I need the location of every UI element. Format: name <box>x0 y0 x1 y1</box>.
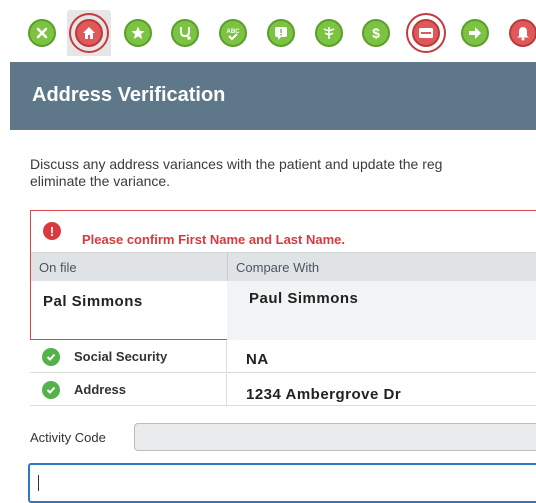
column-header-compare-with: Compare With <box>236 260 320 275</box>
alert-message: Please confirm First Name and Last Name. <box>82 232 345 247</box>
medical-button[interactable] <box>312 16 346 50</box>
stethoscope-icon <box>180 27 191 40</box>
arrow-right-icon <box>469 27 481 39</box>
billing-button[interactable]: $ <box>359 16 393 50</box>
verification-row-address: Address 1234 Ambergrove Dr <box>30 374 536 406</box>
page-title: Address Verification <box>32 84 226 106</box>
exclamation-icon: ! <box>43 222 61 240</box>
card-button[interactable] <box>406 13 446 53</box>
on-file-name: Pal Simmons <box>43 293 143 310</box>
row-divider <box>226 341 227 372</box>
row-divider <box>226 374 227 405</box>
instructions-text: Discuss any address variances with the p… <box>30 156 536 190</box>
alerts-button[interactable] <box>506 16 536 50</box>
check-circle-icon <box>42 348 60 366</box>
compare-with-name: Paul Simmons <box>249 290 359 307</box>
page-header: Address Verification <box>10 62 536 130</box>
instructions-line-2: eliminate the variance. <box>30 173 171 189</box>
row-label: Social Security <box>74 349 168 364</box>
home-button[interactable] <box>69 13 109 53</box>
clinical-button[interactable] <box>168 16 202 50</box>
compare-table-header: On file Compare With <box>31 252 536 281</box>
check-circle-icon <box>42 381 60 399</box>
notes-textarea[interactable] <box>28 463 536 503</box>
instructions-line-1: Discuss any address variances with the p… <box>30 156 443 172</box>
toolbar: ABC $ <box>0 0 536 62</box>
home-icon <box>83 27 95 39</box>
row-value: 1234 Ambergrove Dr <box>246 386 402 403</box>
caduceus-icon <box>323 27 335 39</box>
favorites-button[interactable] <box>121 16 155 50</box>
star-icon <box>131 26 145 39</box>
card-icon <box>419 28 433 38</box>
text-caret <box>38 475 39 491</box>
svg-text:$: $ <box>372 25 380 41</box>
close-button[interactable] <box>25 16 59 50</box>
column-header-on-file: On file <box>39 260 77 275</box>
message-icon <box>275 27 287 40</box>
spellcheck-icon: ABC <box>227 29 241 41</box>
close-icon <box>36 27 48 39</box>
spellcheck-button[interactable]: ABC <box>216 16 250 50</box>
message-button[interactable] <box>264 16 298 50</box>
row-value: NA <box>246 351 269 368</box>
svg-text:ABC: ABC <box>227 29 241 35</box>
row-label: Address <box>74 382 127 397</box>
bell-icon <box>517 27 529 41</box>
activity-code-label: Activity Code <box>30 430 106 445</box>
verification-row-social-security: Social Security NA <box>30 341 536 373</box>
activity-code-input[interactable] <box>134 423 536 451</box>
name-mismatch-alert: ! Please confirm First Name and Last Nam… <box>30 210 536 340</box>
dollar-icon: $ <box>372 25 380 41</box>
column-divider <box>227 252 228 281</box>
next-button[interactable] <box>458 16 492 50</box>
